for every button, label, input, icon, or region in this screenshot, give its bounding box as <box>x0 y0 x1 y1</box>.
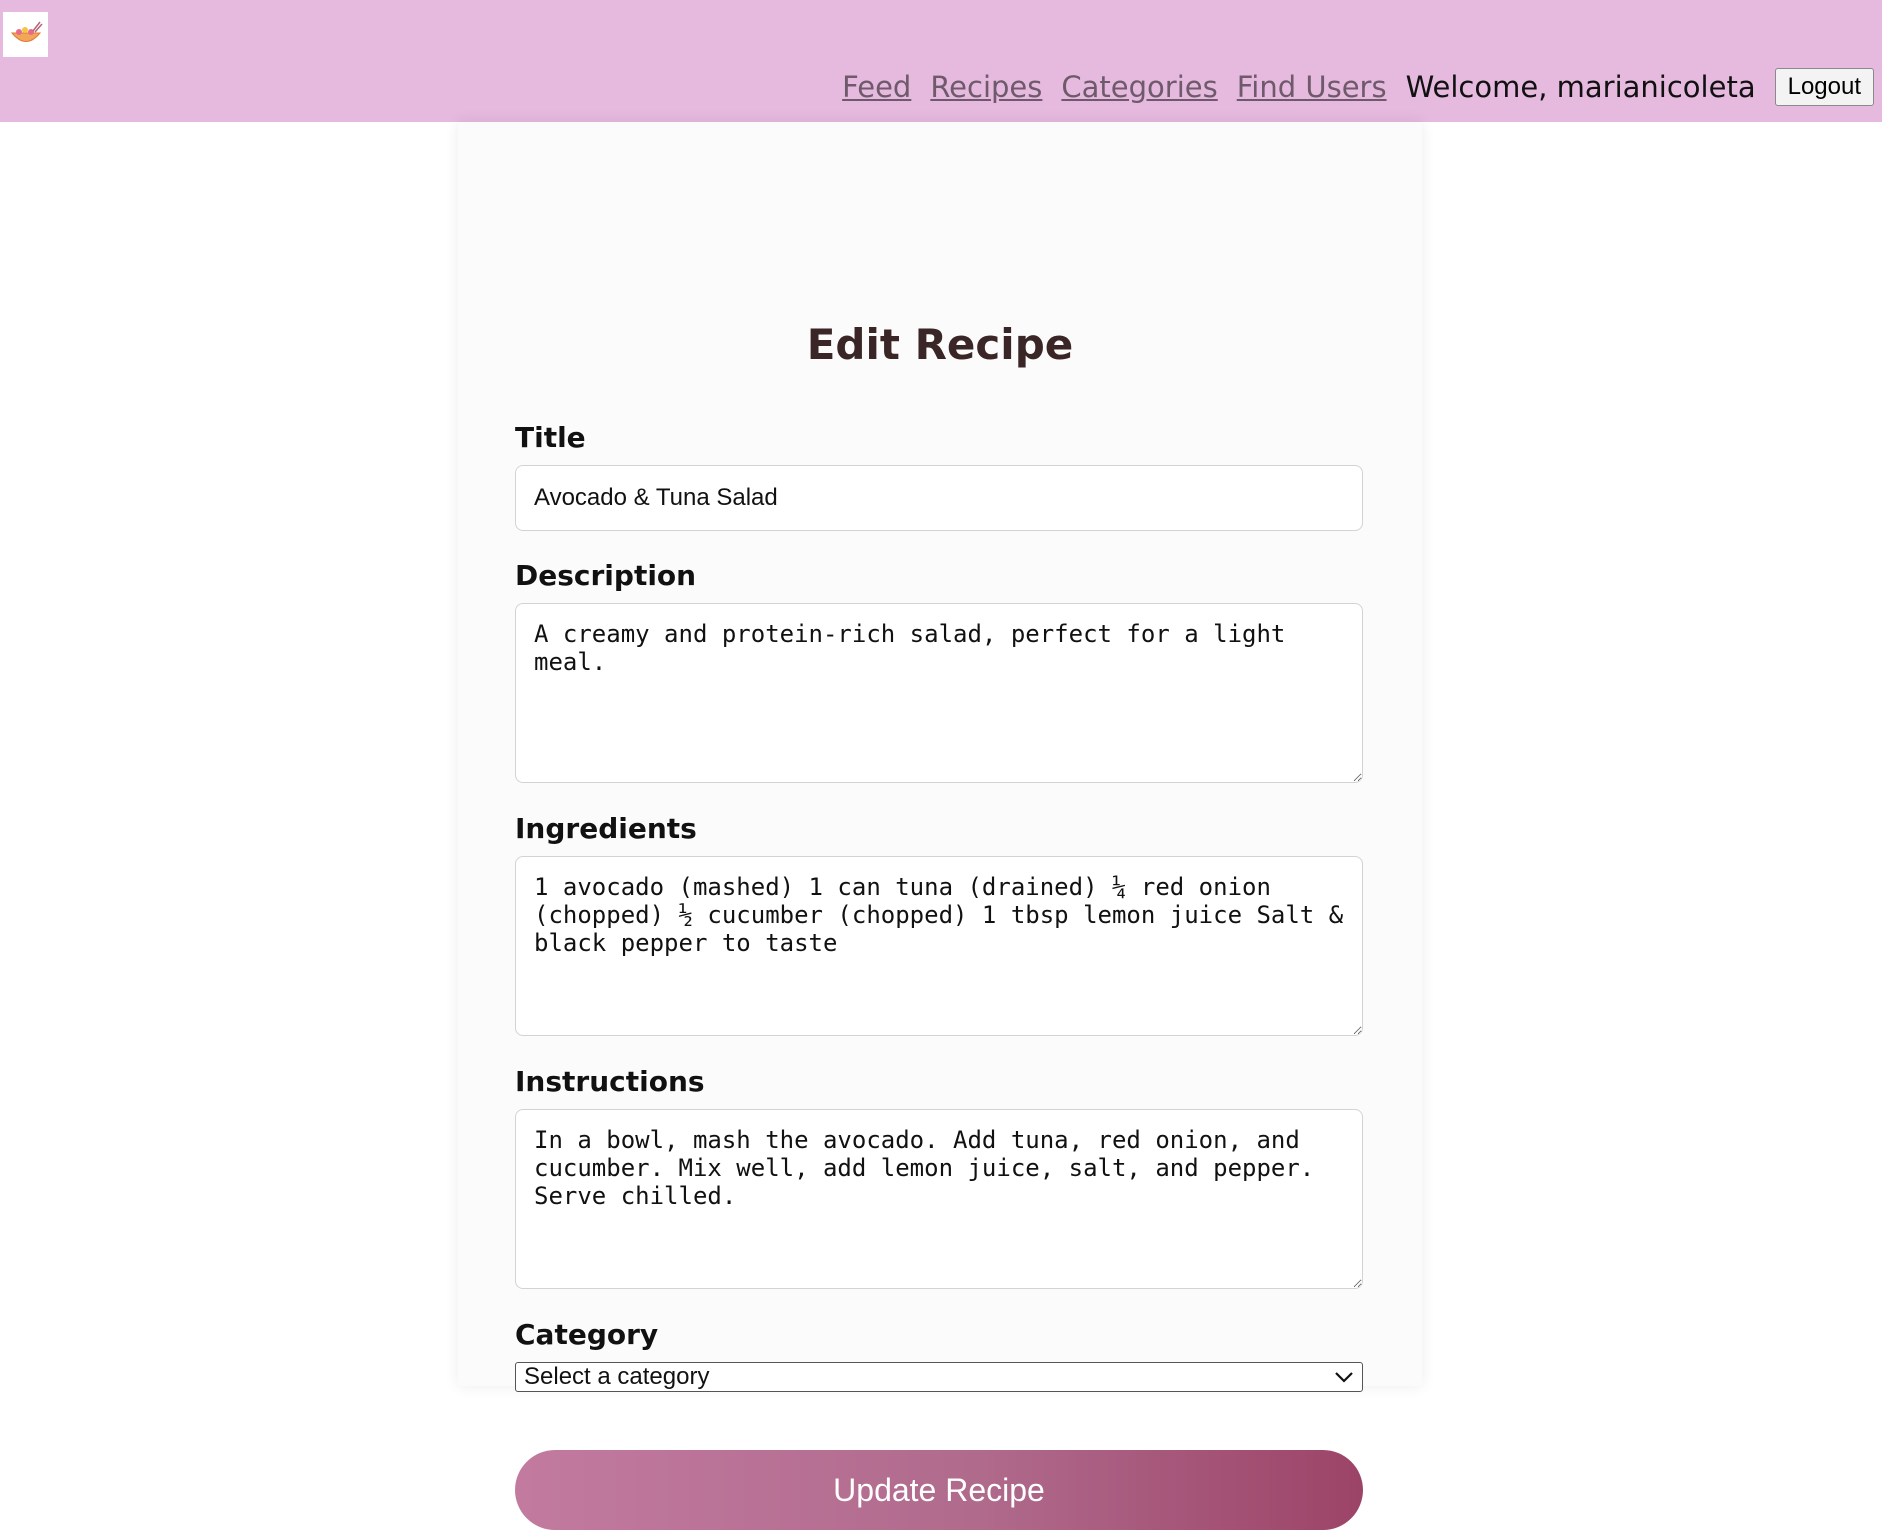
nav-links: Feed Recipes Categories Find Users Welco… <box>842 66 1874 108</box>
chevron-down-icon <box>1335 1372 1353 1383</box>
edit-recipe-card: Edit Recipe Title Description A creamy a… <box>458 122 1422 1530</box>
category-selected-value: Select a category <box>524 1363 710 1390</box>
welcome-message: Welcome, marianicoleta <box>1405 70 1756 104</box>
category-select[interactable]: Select a category <box>515 1362 1363 1392</box>
nav-link-feed[interactable]: Feed <box>842 70 911 104</box>
salad-bowl-logo-icon <box>10 21 43 42</box>
description-label: Description <box>515 559 697 592</box>
nav-link-categories[interactable]: Categories <box>1061 70 1217 104</box>
nav-link-find-users[interactable]: Find Users <box>1237 70 1387 104</box>
nav-link-recipes[interactable]: Recipes <box>930 70 1042 104</box>
ingredients-textarea[interactable]: 1 avocado (mashed) 1 can tuna (drained) … <box>515 856 1363 1036</box>
navbar: Feed Recipes Categories Find Users Welco… <box>0 0 1882 122</box>
title-label: Title <box>515 421 586 454</box>
instructions-label: Instructions <box>515 1065 705 1098</box>
category-label: Category <box>515 1318 659 1351</box>
description-textarea[interactable]: A creamy and protein-rich salad, perfect… <box>515 603 1363 783</box>
page-title: Edit Recipe <box>806 320 1074 369</box>
instructions-textarea[interactable]: In a bowl, mash the avocado. Add tuna, r… <box>515 1109 1363 1289</box>
title-input[interactable] <box>515 465 1363 531</box>
update-recipe-button[interactable]: Update Recipe <box>515 1450 1363 1530</box>
ingredients-label: Ingredients <box>515 812 697 845</box>
site-logo[interactable] <box>3 12 48 57</box>
logout-button[interactable]: Logout <box>1774 68 1874 106</box>
